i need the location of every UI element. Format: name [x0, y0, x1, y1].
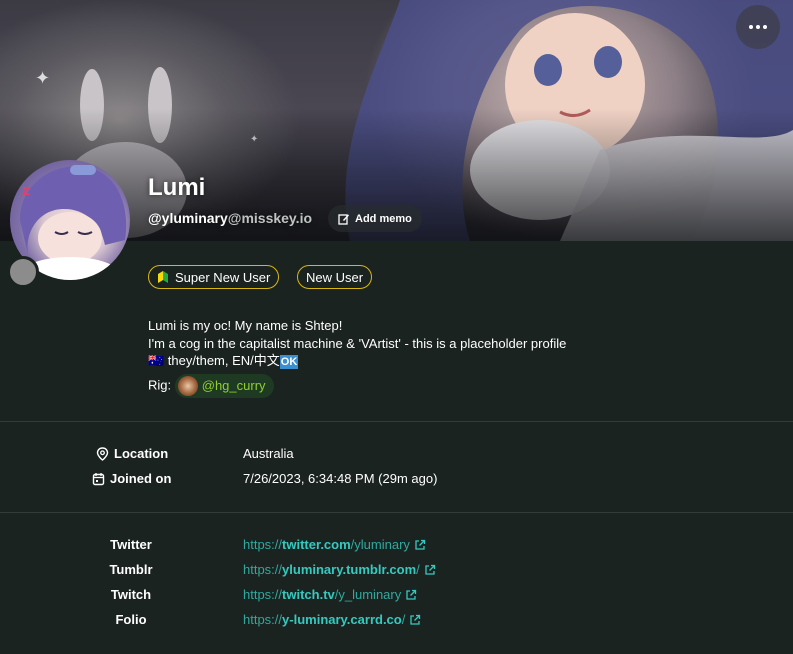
- link-path: /yluminary: [350, 537, 410, 552]
- bio-pronouns: they/them, EN/中文: [164, 353, 280, 368]
- profile-bio: Lumi is my oc! My name is Shtep! I'm a c…: [148, 317, 566, 398]
- link-prefix: https://: [243, 537, 283, 552]
- profile-acct: @yluminary@misskey.io: [148, 210, 312, 226]
- bio-line: Lumi is my oc! My name is Shtep!: [148, 318, 343, 333]
- external-link-icon: [406, 589, 417, 600]
- badge-label: Super New User: [175, 269, 271, 285]
- field-label-text: Location: [114, 446, 169, 461]
- badge-new-user[interactable]: New User: [297, 265, 373, 289]
- edit-icon: [338, 213, 349, 225]
- beginner-leaf-icon: [158, 271, 168, 283]
- link-domain: yluminary.tumblr.com: [282, 562, 417, 577]
- field-label-text: Joined on: [110, 471, 172, 486]
- field-joined-label: Joined on: [92, 471, 171, 486]
- bio-line: 🇦🇺 they/them, EN/中文OK: [148, 352, 566, 372]
- link-path: /y_luminary: [334, 587, 402, 602]
- link-twitter[interactable]: https://twitter.com/yluminary: [243, 537, 426, 552]
- link-label-twitch: Twitch: [110, 587, 152, 602]
- mention-handle: @hg_curry: [201, 377, 266, 393]
- link-prefix: https://: [243, 612, 283, 627]
- link-label-folio: Folio: [115, 612, 147, 627]
- host: @misskey.io: [227, 210, 313, 226]
- link-domain: twitter.com: [282, 537, 351, 552]
- link-label-tumblr: Tumblr: [109, 562, 153, 577]
- link-domain: twitch.tv: [282, 587, 335, 602]
- external-link-icon: [415, 539, 426, 550]
- link-path: /: [401, 612, 406, 627]
- location-pin-icon: [96, 446, 109, 461]
- divider: [0, 512, 793, 513]
- profile-name: Lumi: [148, 174, 206, 201]
- online-status-indicator: [7, 256, 39, 288]
- ok-emoji: OK: [279, 355, 299, 369]
- link-tumblr[interactable]: https://yluminary.tumblr.com/: [243, 562, 436, 577]
- add-memo-label: Add memo: [355, 212, 412, 225]
- link-path: /: [416, 562, 420, 577]
- external-link-icon: [410, 614, 421, 625]
- link-twitch[interactable]: https://twitch.tv/y_luminary: [243, 587, 417, 602]
- rig-label: Rig:: [148, 376, 172, 392]
- field-location-value: Australia: [243, 446, 294, 461]
- add-memo-button[interactable]: Add memo: [328, 205, 422, 232]
- link-prefix: https://: [243, 562, 283, 577]
- external-link-icon: [425, 564, 435, 575]
- calendar-icon: [92, 472, 105, 485]
- divider: [0, 421, 793, 422]
- bio-line: I'm a cog in the capitalist machine & 'V…: [148, 335, 567, 351]
- badge-label: New User: [306, 269, 364, 285]
- badge-super-new-user[interactable]: Super New User: [148, 265, 280, 289]
- link-prefix: https://: [243, 587, 283, 602]
- australia-flag-icon: 🇦🇺: [148, 353, 165, 368]
- bio-rig-line: Rig: @hg_curry: [148, 373, 566, 398]
- link-folio[interactable]: https://y-luminary.carrd.co/: [243, 612, 421, 627]
- svg-text:z: z: [22, 183, 30, 199]
- field-location-label: Location: [96, 446, 168, 461]
- more-options-button[interactable]: [736, 5, 780, 49]
- mention-link[interactable]: @hg_curry: [174, 373, 274, 398]
- mention-avatar: [177, 375, 198, 396]
- field-joined-value: 7/26/2023, 6:34:48 PM (29m ago): [243, 471, 438, 486]
- link-label-twitter: Twitter: [110, 537, 152, 552]
- username: @yluminary: [148, 210, 228, 226]
- link-domain: y-luminary.carrd.co: [282, 612, 402, 627]
